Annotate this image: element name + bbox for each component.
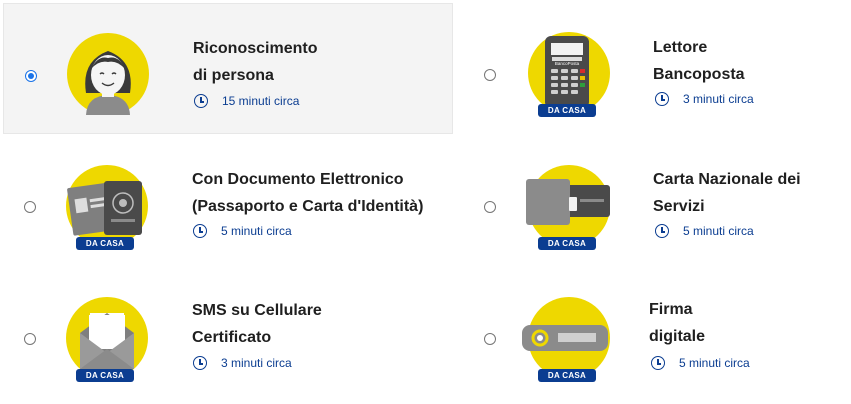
envelope-icon: DA CASA — [66, 297, 148, 382]
card-reader-brand: BancoPosta — [555, 61, 580, 66]
da-casa-badge: DA CASA — [76, 369, 134, 382]
radio-riconoscimento[interactable] — [25, 70, 37, 82]
radio-documento-elettronico[interactable] — [24, 201, 36, 213]
option-duration: 5 minuti circa — [221, 224, 292, 238]
clock-icon — [655, 224, 669, 238]
option-duration: 3 minuti circa — [683, 92, 754, 106]
option-title-line1: SMS su Cellulare — [192, 302, 322, 319]
option-duration: 3 minuti circa — [221, 356, 292, 370]
radio-sms-cellulare[interactable] — [24, 333, 36, 345]
option-sms-cellulare-certificato[interactable]: DA CASA SMS su Cellulare Certificato 3 m… — [3, 274, 453, 402]
option-riconoscimento-di-persona[interactable]: Riconoscimento di persona 15 minuti circ… — [3, 3, 453, 134]
option-title-line1: Lettore — [653, 39, 708, 56]
da-casa-badge: DA CASA — [538, 237, 596, 250]
option-duration: 5 minuti circa — [683, 224, 754, 238]
radio-lettore-bancoposta[interactable] — [484, 69, 496, 81]
option-title-line1: Firma — [649, 301, 693, 318]
option-carta-nazionale-servizi[interactable]: DA CASA Carta Nazionale dei Servizi 5 mi… — [460, 142, 848, 268]
radio-carta-nazionale-servizi[interactable] — [484, 201, 496, 213]
option-duration: 15 minuti circa — [222, 94, 300, 108]
option-title-line2: Certificato — [192, 329, 272, 346]
clock-icon — [651, 356, 665, 370]
option-firma-digitale[interactable]: DA CASA Firma digitale 5 minuti circa — [460, 274, 848, 402]
option-title-line2: Servizi — [653, 198, 705, 215]
radio-firma-digitale[interactable] — [484, 333, 496, 345]
smart-card-icon: DA CASA — [526, 165, 610, 250]
option-duration: 5 minuti circa — [679, 356, 750, 370]
card-reader-icon: BancoPosta DA CASA — [528, 32, 610, 117]
option-title-line1: Con Documento Elettronico — [192, 171, 404, 188]
da-casa-badge: DA CASA — [538, 369, 596, 382]
clock-icon — [193, 356, 207, 370]
option-title-line2: Bancoposta — [653, 66, 745, 83]
option-title-line1: Carta Nazionale dei — [653, 171, 801, 188]
option-title-line2: digitale — [649, 328, 706, 345]
clock-icon — [194, 94, 208, 108]
person-icon — [67, 33, 149, 115]
option-title-line2: di persona — [193, 67, 274, 84]
clock-icon — [655, 92, 669, 106]
option-title-line1: Riconoscimento — [193, 40, 318, 57]
option-documento-elettronico[interactable]: DA CASA Con Documento Elettronico (Passa… — [3, 142, 453, 268]
da-casa-badge: DA CASA — [538, 104, 596, 117]
option-title-line2: (Passaporto e Carta d'Identità) — [192, 198, 424, 215]
clock-icon — [193, 224, 207, 238]
usb-token-icon: DA CASA — [522, 297, 610, 382]
option-lettore-bancoposta[interactable]: BancoPosta DA CASA Lettore Bancoposta 3 … — [460, 3, 848, 134]
electronic-document-icon: DA CASA — [66, 165, 148, 250]
da-casa-badge: DA CASA — [76, 237, 134, 250]
